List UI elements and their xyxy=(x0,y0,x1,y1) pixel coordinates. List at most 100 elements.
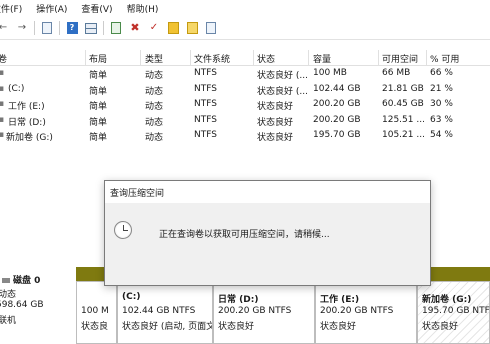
col-percent-free[interactable]: % 可用 xyxy=(430,52,459,65)
cell-percent: 21 % xyxy=(430,84,453,94)
cell-volume: 新加卷 (G:) xyxy=(6,133,53,143)
volume-icon: ▪ xyxy=(0,99,5,109)
open-folder-icon[interactable] xyxy=(185,21,199,35)
table-row[interactable]: ▪ 日常 (D:) 简单 动态 NTFS 状态良好 200.20 GB 125.… xyxy=(0,113,490,129)
toolbar-separator xyxy=(59,21,60,35)
col-capacity[interactable]: 容量 xyxy=(313,52,331,65)
cell-layout: 简单 xyxy=(89,118,108,128)
dialog-title-bar[interactable]: 查询压缩空间 xyxy=(105,181,430,203)
forward-icon[interactable]: → xyxy=(15,21,29,35)
clock-icon xyxy=(114,221,132,239)
volume-icon: ▪ xyxy=(0,68,5,78)
disk-icon xyxy=(2,278,10,283)
col-volume[interactable]: 卷 xyxy=(0,52,7,65)
cell-status: 状态良好 (... xyxy=(257,87,308,97)
cell-volume: 日常 (D:) xyxy=(8,118,46,128)
cell-percent: 54 % xyxy=(430,130,453,140)
table-row[interactable]: ▪ 新加卷 (G:) 简单 动态 NTFS 状态良好 195.70 GB 105… xyxy=(0,128,490,144)
connect-icon[interactable] xyxy=(109,21,123,35)
partition-status: 状态良好 xyxy=(422,322,459,332)
cell-layout: 简单 xyxy=(89,102,108,112)
cell-capacity: 200.20 GB xyxy=(313,115,361,125)
cell-status: 状态良好 xyxy=(257,102,294,112)
disk-status: 联机 xyxy=(0,316,17,326)
cell-free: 60.45 GB xyxy=(382,99,424,109)
partition-size: 102.44 GB NTFS xyxy=(122,306,196,316)
help-icon[interactable]: ? xyxy=(65,21,79,35)
dialog-title: 查询压缩空间 xyxy=(110,189,165,199)
partition-c[interactable]: (C:) 102.44 GB NTFS 状态良好 (启动, 页面文 xyxy=(117,281,213,344)
disk-name: 磁盘 0 xyxy=(2,273,40,286)
col-status[interactable]: 状态 xyxy=(257,52,275,65)
partition-e[interactable]: 工作 (E:) 200.20 GB NTFS 状态良好 xyxy=(315,281,417,344)
col-free-space[interactable]: 可用空间 xyxy=(382,52,418,65)
partition-status: 状态良好 (启动, 页面文 xyxy=(122,322,212,332)
cell-type: 动态 xyxy=(145,87,164,97)
cell-type: 动态 xyxy=(145,133,164,143)
table-row[interactable]: ▪ 简单 动态 NTFS 状态良好 (... 100 MB 66 MB 66 % xyxy=(0,66,490,82)
cell-volume: 工作 (E:) xyxy=(8,102,45,112)
list-view-icon[interactable] xyxy=(84,21,98,35)
partition-status: 状态良 xyxy=(81,322,109,332)
menu-bar: 文件(F) 操作(A) 查看(V) 帮助(H) xyxy=(0,0,490,17)
cell-capacity: 200.20 GB xyxy=(313,99,361,109)
col-type[interactable]: 类型 xyxy=(145,52,163,65)
partition-name: (C:) xyxy=(122,292,141,302)
toolbar-separator xyxy=(103,21,104,35)
cell-volume: (C:) xyxy=(8,84,25,94)
cell-layout: 简单 xyxy=(89,71,108,81)
delete-icon[interactable]: ✖ xyxy=(128,21,142,35)
partition-g[interactable]: 新加卷 (G:) 195.70 GB NTFS 状态良好 xyxy=(417,281,490,344)
table-row[interactable]: ▪ 工作 (E:) 简单 动态 NTFS 状态良好 200.20 GB 60.4… xyxy=(0,97,490,113)
partition-name: 新加卷 (G:) xyxy=(422,295,472,305)
menu-file[interactable]: 文件(F) xyxy=(0,2,22,15)
volume-table-header: 卷 布局 类型 文件系统 状态 容量 可用空间 % 可用 xyxy=(0,50,490,66)
menu-action[interactable]: 操作(A) xyxy=(36,2,67,15)
cell-status: 状态良好 (... xyxy=(257,71,308,81)
cell-filesystem: NTFS xyxy=(194,115,217,125)
toolbar-separator xyxy=(34,21,35,35)
partition-d[interactable]: 日常 (D:) 200.20 GB NTFS 状态良好 xyxy=(213,281,315,344)
cell-filesystem: NTFS xyxy=(194,84,217,94)
cell-status: 状态良好 xyxy=(257,133,294,143)
volume-icon: ▪ xyxy=(0,115,5,125)
cell-capacity: 100 MB xyxy=(313,68,347,78)
folder-icon[interactable] xyxy=(166,21,180,35)
cell-type: 动态 xyxy=(145,102,164,112)
col-filesystem[interactable]: 文件系统 xyxy=(194,52,230,65)
properties-icon[interactable] xyxy=(40,21,54,35)
cell-capacity: 102.44 GB xyxy=(313,84,361,94)
partition-name: 日常 (D:) xyxy=(218,295,259,305)
menu-view[interactable]: 查看(V) xyxy=(81,2,112,15)
query-shrink-dialog: 查询压缩空间 正在查询卷以获取可用压缩空间，请稍候... xyxy=(104,180,431,286)
partition-system-reserved[interactable]: 100 M 状态良 xyxy=(76,281,117,344)
partition-size: 200.20 GB NTFS xyxy=(218,306,292,316)
cell-filesystem: NTFS xyxy=(194,130,217,140)
menu-help[interactable]: 帮助(H) xyxy=(127,2,159,15)
page-icon[interactable] xyxy=(204,21,218,35)
cell-free: 21.81 GB xyxy=(382,84,424,94)
col-layout[interactable]: 布局 xyxy=(89,52,107,65)
toolbar: ← → ? ✖ ✓ xyxy=(0,17,490,40)
partition-name: 工作 (E:) xyxy=(320,295,360,305)
partition-status: 状态良好 xyxy=(218,322,255,332)
volume-icon: ▪ xyxy=(0,84,5,94)
disk-type: 动态 xyxy=(0,290,17,300)
cell-percent: 66 % xyxy=(430,68,453,78)
dialog-message: 正在查询卷以获取可用压缩空间，请稍候... xyxy=(159,230,330,240)
cell-percent: 30 % xyxy=(430,99,453,109)
cell-type: 动态 xyxy=(145,118,164,128)
cell-filesystem: NTFS xyxy=(194,99,217,109)
partition-status: 状态良好 xyxy=(320,322,357,332)
check-icon[interactable]: ✓ xyxy=(147,21,161,35)
disk-size: 598.64 GB xyxy=(0,300,44,310)
cell-filesystem: NTFS xyxy=(194,68,217,78)
table-row[interactable]: ▪ (C:) 简单 动态 NTFS 状态良好 (... 102.44 GB 21… xyxy=(0,82,490,98)
cell-status: 状态良好 xyxy=(257,118,294,128)
cell-type: 动态 xyxy=(145,71,164,81)
dialog-body: 正在查询卷以获取可用压缩空间，请稍候... xyxy=(105,203,430,285)
disk-info-panel[interactable]: 磁盘 0 动态 598.64 GB 联机 xyxy=(0,265,76,344)
partition-size: 100 M xyxy=(81,306,109,316)
back-icon[interactable]: ← xyxy=(0,21,10,35)
cell-free: 125.51 ... xyxy=(382,115,425,125)
